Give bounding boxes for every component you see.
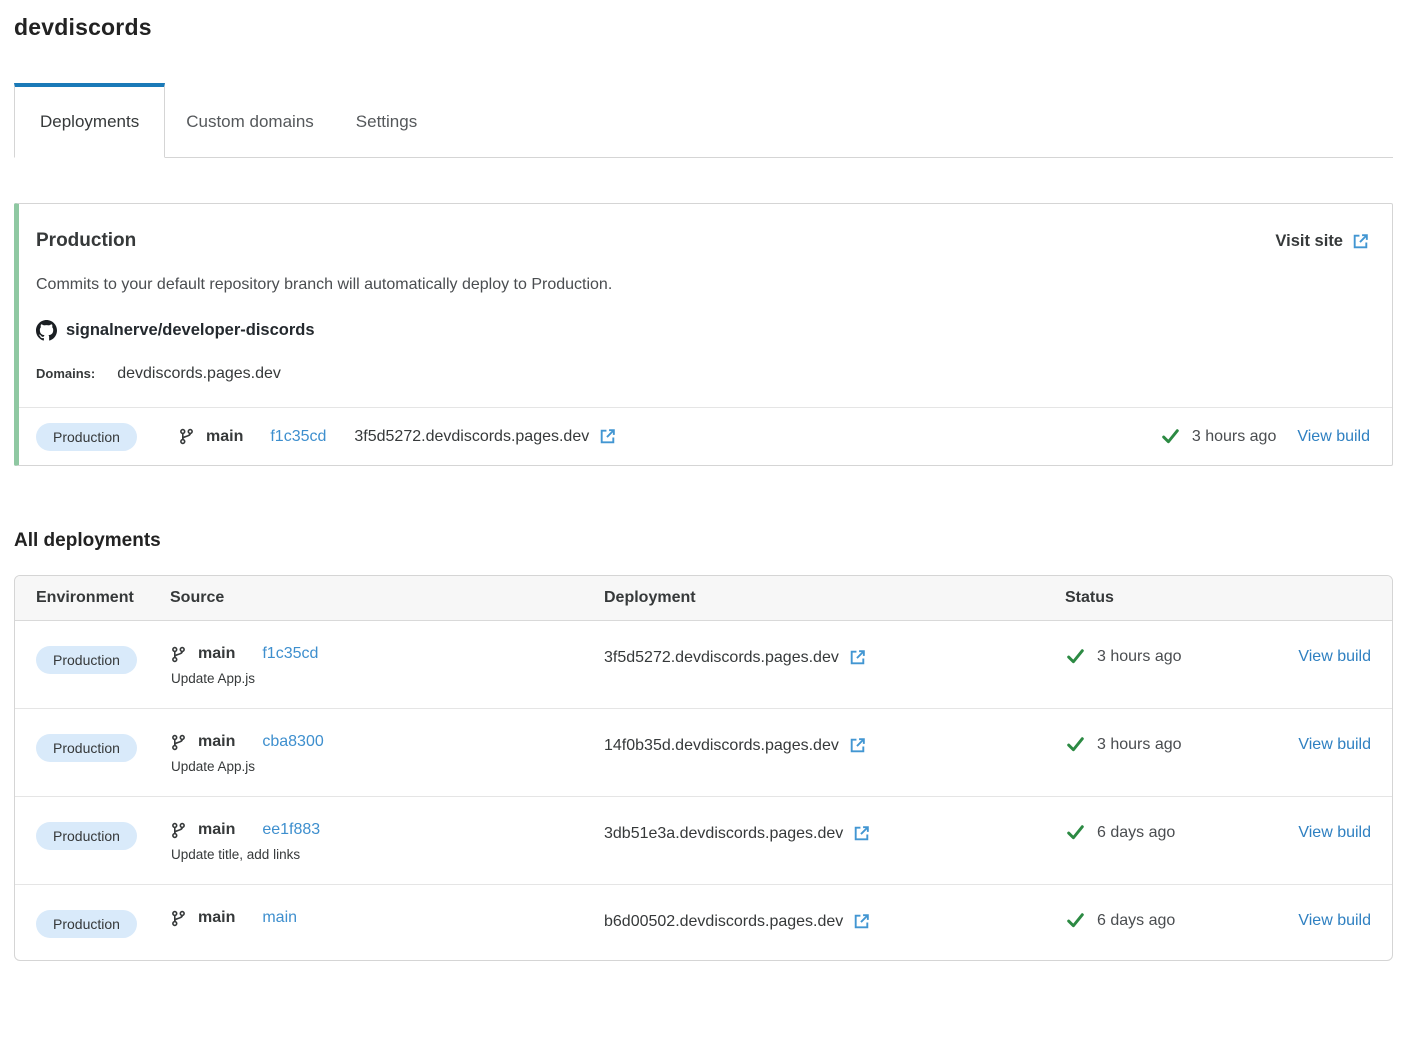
- column-header-deployment: Deployment: [604, 589, 696, 606]
- environment-badge: Production: [36, 422, 137, 451]
- visit-site-link[interactable]: Visit site: [1275, 232, 1370, 251]
- tab-custom-domains-label: Custom domains: [186, 112, 314, 131]
- tab-settings[interactable]: Settings: [335, 83, 438, 157]
- production-deployment-row: Production main f1c35cd 3f5d5272.devdisc…: [19, 407, 1392, 465]
- deployments-table: Environment Source Deployment Status Pro…: [14, 575, 1393, 961]
- deployment-status: 6 days ago: [1065, 909, 1283, 931]
- tabbar: Deployments Custom domains Settings: [14, 83, 1393, 158]
- column-header-status: Status: [1065, 589, 1114, 606]
- tab-custom-domains[interactable]: Custom domains: [165, 83, 335, 157]
- check-icon: [1065, 734, 1086, 755]
- table-row: Production main cba8300 Update App.js 14…: [15, 708, 1392, 796]
- table-header: Environment Source Deployment Status: [15, 576, 1392, 621]
- commit-link[interactable]: f1c35cd: [270, 428, 326, 446]
- status-time: 3 hours ago: [1097, 735, 1182, 753]
- tab-settings-label: Settings: [355, 112, 418, 131]
- view-build-link[interactable]: View build: [1298, 648, 1371, 666]
- external-link-icon[interactable]: [598, 427, 617, 446]
- branch-name: main: [198, 645, 236, 662]
- visit-site-label: Visit site: [1275, 231, 1343, 250]
- environment-badge: Production: [36, 734, 137, 762]
- branch-name: main: [198, 733, 236, 750]
- view-build-link[interactable]: View build: [1298, 736, 1371, 754]
- page-title: devdiscords: [14, 14, 152, 40]
- commit-message: Update title, add links: [171, 847, 301, 862]
- all-deployments-heading: All deployments: [14, 530, 161, 551]
- external-link-icon[interactable]: [852, 824, 871, 843]
- check-icon: [1065, 822, 1086, 843]
- deployment-url: b6d00502.devdiscords.pages.dev: [604, 912, 844, 930]
- table-row: Production main f1c35cd Update App.js 3f…: [15, 621, 1392, 708]
- domains-row: Domains: devdiscords.pages.dev: [36, 365, 1370, 407]
- repo-name: signalnerve/developer-discords: [66, 321, 315, 339]
- commit-message: Update App.js: [171, 759, 256, 774]
- deployment-url: 3f5d5272.devdiscords.pages.dev: [354, 427, 590, 445]
- commit-link[interactable]: f1c35cd: [262, 645, 318, 663]
- deployment-status: 3 hours ago: [1065, 645, 1283, 667]
- external-link-icon: [1351, 232, 1370, 251]
- external-link-icon[interactable]: [848, 648, 867, 667]
- git-branch-icon: [178, 428, 195, 445]
- deployment-status: 6 days ago: [1065, 821, 1283, 843]
- check-icon: [1065, 646, 1086, 667]
- environment-badge: Production: [36, 910, 137, 938]
- deployment-url: 3db51e3a.devdiscords.pages.dev: [604, 824, 844, 842]
- check-icon: [1065, 910, 1086, 931]
- git-branch-icon: [170, 646, 187, 663]
- branch-name: main: [198, 909, 236, 926]
- production-card: Production Visit site Commits to your de…: [14, 203, 1393, 466]
- status-time: 6 days ago: [1097, 911, 1176, 929]
- status-time: 3 hours ago: [1191, 427, 1277, 445]
- environment-badge: Production: [36, 822, 137, 850]
- production-description: Commits to your default repository branc…: [36, 276, 613, 293]
- status-time: 3 hours ago: [1097, 647, 1182, 665]
- domains-value: devdiscords.pages.dev: [117, 365, 281, 382]
- repo-row: signalnerve/developer-discords: [36, 320, 1370, 341]
- table-row: Production main main b6d00502.devdiscord…: [15, 884, 1392, 960]
- column-header-environment: Environment: [36, 589, 134, 606]
- git-branch-icon: [170, 822, 187, 839]
- status-time: 6 days ago: [1097, 823, 1176, 841]
- branch-name: main: [206, 427, 244, 445]
- commit-link[interactable]: cba8300: [262, 733, 323, 751]
- commit-link[interactable]: main: [262, 909, 297, 927]
- github-icon: [36, 320, 57, 341]
- pages-project-page: devdiscords Deployments Custom domains S…: [0, 0, 1413, 991]
- column-header-source: Source: [170, 589, 225, 606]
- production-card-title: Production: [36, 230, 137, 251]
- view-build-link[interactable]: View build: [1297, 428, 1370, 446]
- tab-deployments[interactable]: Deployments: [14, 83, 166, 158]
- deployment-status: 3 hours ago: [1065, 733, 1283, 755]
- deployment-status: 3 hours ago: [1160, 426, 1277, 447]
- deployment-url: 3f5d5272.devdiscords.pages.dev: [604, 648, 839, 666]
- commit-link[interactable]: ee1f883: [262, 821, 320, 839]
- table-row: Production main ee1f883 Update title, ad…: [15, 796, 1392, 884]
- git-branch-icon: [170, 734, 187, 751]
- view-build-link[interactable]: View build: [1298, 912, 1371, 930]
- view-build-link[interactable]: View build: [1298, 824, 1371, 842]
- git-branch-icon: [170, 910, 187, 927]
- deployment-url: 14f0b35d.devdiscords.pages.dev: [604, 736, 839, 754]
- external-link-icon[interactable]: [848, 736, 867, 755]
- domains-label: Domains:: [36, 366, 96, 381]
- environment-badge: Production: [36, 646, 137, 674]
- external-link-icon[interactable]: [852, 912, 871, 931]
- branch-name: main: [198, 821, 236, 838]
- check-icon: [1160, 426, 1181, 447]
- tab-deployments-label: Deployments: [40, 112, 140, 131]
- commit-message: Update App.js: [171, 671, 256, 686]
